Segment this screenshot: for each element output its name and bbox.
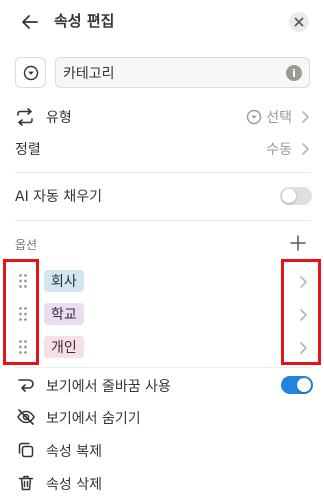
ai-autofill-label: AI 자동 채우기: [15, 189, 103, 205]
wrap-in-view-label: 보기에서 줄바꿈 사용: [46, 378, 171, 395]
sort-label: 정렬: [15, 142, 41, 158]
type-value: 선택: [266, 110, 292, 126]
chevron-right-icon: [302, 143, 309, 155]
close-button[interactable]: [289, 12, 309, 32]
wrap-in-view-toggle[interactable]: [281, 376, 313, 394]
option-row[interactable]: 개인: [0, 331, 324, 364]
divider: [15, 220, 311, 221]
highlight-box-chevrons: [281, 259, 321, 365]
duplicate-property-label: 속성 복제: [46, 443, 102, 460]
delete-property-label: 속성 삭제: [46, 476, 102, 493]
info-icon[interactable]: i: [286, 65, 302, 81]
hide-in-view-row[interactable]: 보기에서 숨기기: [0, 401, 324, 434]
page-title: 속성 편집: [54, 12, 115, 30]
wrap-in-view-row[interactable]: 보기에서 줄바꿈 사용: [0, 369, 324, 402]
select-circle-icon: [23, 65, 38, 80]
highlight-box-drag-handles: [3, 259, 39, 365]
duplicate-icon: [18, 442, 34, 458]
duplicate-property-row[interactable]: 속성 복제: [0, 434, 324, 467]
hide-in-view-label: 보기에서 숨기기: [46, 410, 141, 427]
plus-icon: [290, 235, 306, 251]
divider: [15, 172, 311, 173]
back-arrow-icon[interactable]: [18, 10, 42, 34]
options-section-label: 옵션: [15, 238, 38, 252]
option-tag: 개인: [44, 336, 84, 358]
type-label: 유형: [46, 110, 72, 126]
sort-value: 수동: [266, 142, 292, 158]
property-name-value: 카테고리: [63, 65, 115, 82]
close-icon: [294, 17, 304, 27]
ai-autofill-toggle[interactable]: [280, 187, 312, 205]
option-tag: 학교: [44, 303, 84, 325]
property-type-icon-button[interactable]: [15, 57, 46, 88]
option-row[interactable]: 학교: [0, 298, 324, 331]
delete-property-row[interactable]: 속성 삭제: [0, 467, 324, 500]
property-name-input[interactable]: 카테고리 i: [55, 57, 310, 88]
add-option-button[interactable]: [289, 234, 307, 252]
sort-row[interactable]: 정렬 수동: [0, 133, 324, 165]
chevron-right-icon: [302, 111, 309, 123]
wrap-text-icon: [18, 379, 34, 392]
select-circle-icon: [247, 109, 262, 125]
option-tag: 회사: [44, 270, 84, 292]
option-row[interactable]: 회사: [0, 265, 324, 298]
ai-autofill-row: AI 자동 채우기: [0, 180, 324, 212]
eye-off-icon: [17, 409, 35, 425]
divider: [15, 367, 311, 368]
swap-icon: [17, 108, 33, 126]
type-row[interactable]: 유형 선택: [0, 101, 324, 133]
trash-icon: [18, 475, 34, 491]
